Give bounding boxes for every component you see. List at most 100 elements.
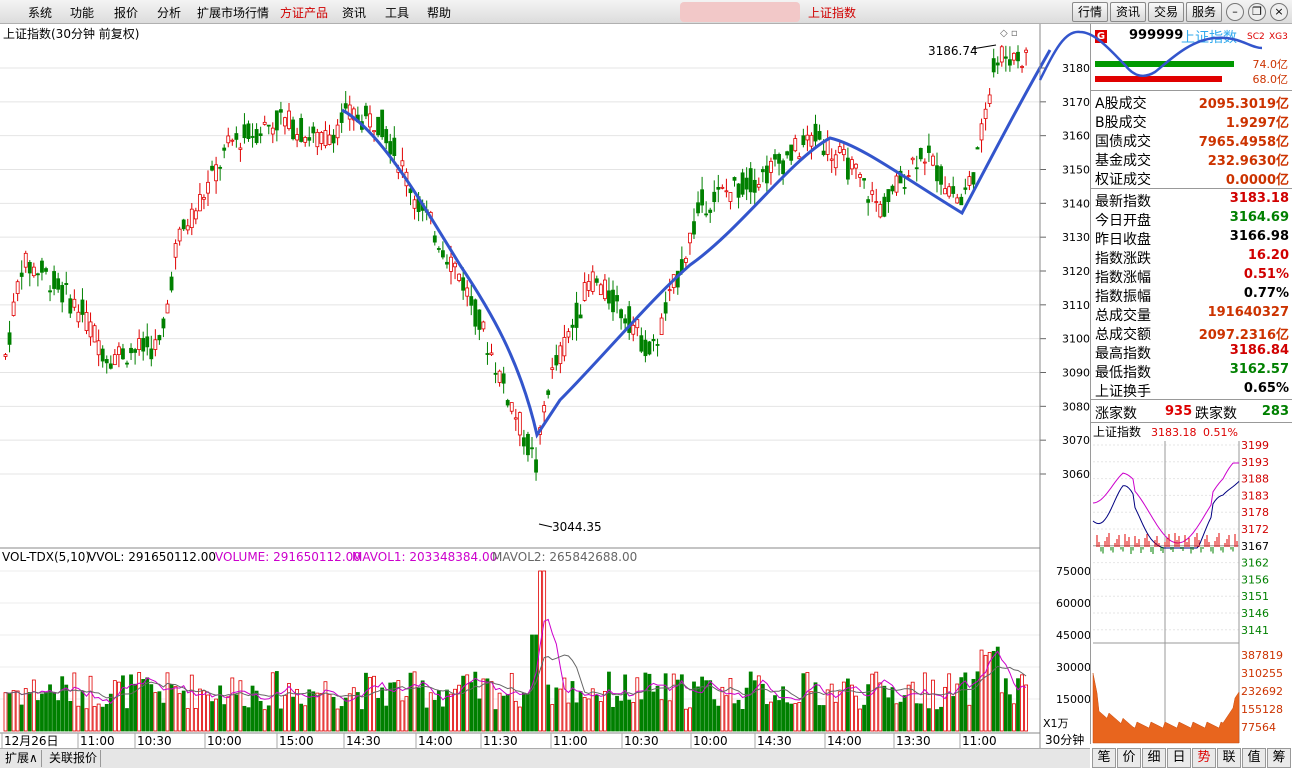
candle-body [513,417,518,420]
stat-label: 最低指数 [1095,365,1151,381]
candle-body [457,273,462,281]
candle-body [15,281,20,294]
stat-label: 指数振幅 [1095,289,1151,305]
mini-price-tick: 3162 [1241,557,1269,570]
volume-bar [141,679,146,732]
x-axis-label: 10:00 [693,734,728,748]
candle-body [52,271,56,289]
volume-bar [1008,694,1012,732]
mini-price-tick: 3178 [1241,506,1269,519]
candle-body [315,131,320,148]
volume-bar [121,675,125,732]
volume-bar [218,685,223,732]
restore-icon[interactable]: ❐ [1248,3,1266,21]
candle-body [36,273,40,276]
volume-bar [372,675,376,732]
volume-bar [922,672,927,732]
right-tab-7[interactable]: 筹 [1267,748,1291,768]
stat-value: 3162.57 [1229,362,1289,377]
close-icon[interactable]: × [1270,3,1288,21]
volume-bar [165,672,170,732]
candle-body [906,175,911,178]
volume-bar [967,704,972,732]
menu-tools[interactable]: 工具 [385,4,409,21]
mini-price-tick: 3141 [1241,624,1269,637]
right-tab-1[interactable]: 价 [1117,748,1141,768]
right-tab-5[interactable]: 联 [1217,748,1241,768]
volume-bar [157,691,162,732]
volume-bar [627,699,632,732]
up-count-value: 935 [1165,404,1193,419]
candle-body [169,276,174,291]
mini-vol-tick: 232692 [1241,685,1283,698]
menu-news[interactable]: 资讯 [342,4,366,21]
volume-bar [125,708,129,732]
candle-body [270,127,275,135]
candle-body [185,225,190,231]
volume-bar [898,701,903,732]
price-axis-tick: 3130 [1062,231,1090,244]
price-axis-tick: 3060 [1062,468,1090,481]
candle-body [890,185,895,192]
volume-bar [821,705,826,732]
right-tab-2[interactable]: 细 [1142,748,1166,768]
volume-bar [619,700,623,732]
candle-body [870,190,875,195]
menu-analysis[interactable]: 分析 [157,4,181,21]
volume-bar [667,700,672,732]
candle-body [667,289,672,292]
trade-button[interactable]: 交易 [1148,2,1184,22]
news-button[interactable]: 资讯 [1110,2,1146,22]
right-tab-4[interactable]: 势 [1192,748,1216,768]
stock-code: 999999 [1129,28,1184,43]
stat-label: 总成交量 [1095,308,1151,324]
volume-bar [825,689,830,732]
x-axis-label: 10:30 [137,734,172,748]
right-tab-3[interactable]: 日 [1167,748,1191,768]
turnover-row: 基金成交 232.9630亿 [1095,149,1291,169]
volume-bar [270,672,275,732]
right-tab-6[interactable]: 值 [1242,748,1266,768]
candle-body [266,124,271,127]
candle-body [112,354,117,366]
candle-body [218,166,223,169]
volume-bar [813,682,818,732]
volume-bar [206,694,210,732]
right-tab-0[interactable]: 笔 [1092,748,1116,768]
candle-body [696,202,700,214]
tab-expand[interactable]: 扩展∧ [2,750,42,767]
high-price-label: 3186.74 [928,44,978,58]
kline-chart[interactable]: 上证指数(30分钟 前复权) ◇ ▫ 3180 3170 3160 3150 3140 3… [0,24,1090,748]
menu-quote[interactable]: 报价 [114,4,138,21]
intraday-mini-chart[interactable]: 上证指数 3183.18 0.51% 3199 3193 3188 3183 3178 3… [1091,423,1292,744]
candle-body [611,289,615,313]
candle-body [485,353,490,355]
candle-body [854,163,858,169]
menu-function[interactable]: 功能 [70,4,94,21]
volume-bar [728,678,733,732]
volume-bar [323,681,328,732]
candle-body [197,194,202,212]
volume-bar [254,690,259,732]
stat-label: 最高指数 [1095,346,1151,362]
menu-system[interactable]: 系统 [28,4,52,21]
candle-body [368,113,372,128]
turnover-label: 国债成交 [1095,134,1151,150]
tab-related-quotes[interactable]: 关联报价 [46,750,102,767]
volume-bar [854,695,858,732]
menu-extended-market[interactable]: 扩展市场行情 [197,4,269,21]
candle-body [959,196,964,206]
quotes-button[interactable]: 行情 [1072,2,1108,22]
minimize-icon[interactable]: – [1226,3,1244,21]
volume-bar [773,695,777,732]
service-button[interactable]: 服务 [1186,2,1222,22]
menu-fangzheng-products[interactable]: 方证产品 [280,4,328,21]
stat-row: 总成交量 191640327 [1095,304,1291,324]
price-axis-tick: 3140 [1062,197,1090,210]
candle-body [250,136,255,138]
price-axis-tick: 3070 [1062,434,1090,447]
menu-help[interactable]: 帮助 [427,4,451,21]
volume-bar [837,691,842,732]
volume-bar [230,677,235,732]
volume-bar [789,703,794,732]
